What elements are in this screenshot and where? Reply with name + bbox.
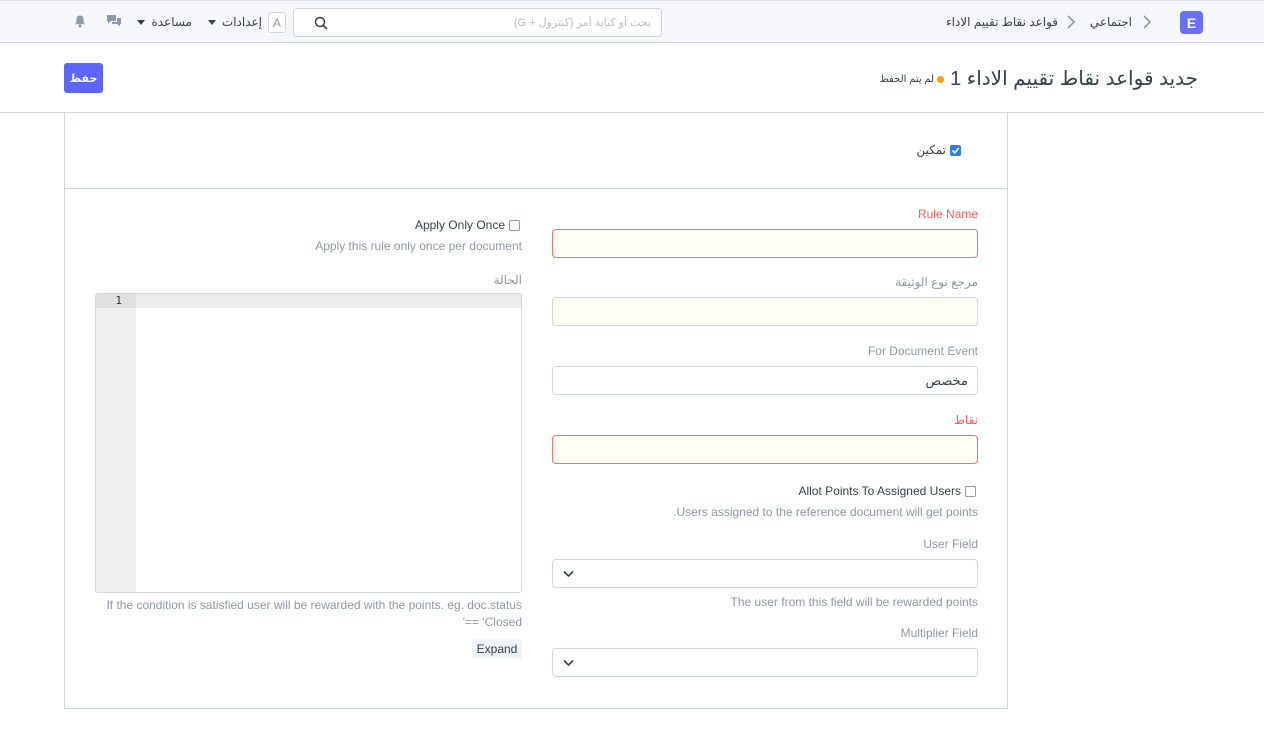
chevron-down-icon [563, 659, 574, 667]
enabled-label: تمكين [916, 143, 946, 157]
enabled-checkbox-row[interactable]: تمكين [916, 143, 961, 157]
expand-editor-button[interactable]: Expand [472, 639, 522, 659]
user-field-control [552, 559, 978, 588]
help-label: مساعدة [151, 15, 192, 29]
status-text: لم يتم الحفظ [879, 73, 935, 85]
multiplier-field-select[interactable] [553, 649, 977, 676]
reference-doctype-field: مرجع نوع الوثيقة [552, 275, 978, 326]
chevron-right-icon [1067, 15, 1075, 29]
navbar: E اجتماعي قواعد نقاط تقييم الاداء A إعدا… [0, 0, 1264, 43]
caret-down-icon [207, 19, 216, 25]
enabled-checkbox[interactable] [950, 144, 961, 156]
rule-name-input[interactable] [553, 230, 977, 257]
allot-points-description: Users assigned to the reference document… [673, 505, 978, 519]
document-event-select[interactable] [553, 367, 977, 394]
rule-name-field: Rule Name [552, 207, 978, 258]
allot-points-checkbox[interactable] [965, 485, 976, 497]
user-avatar[interactable]: A [268, 12, 286, 33]
document-event-field: For Document Event [552, 344, 978, 395]
user-field-field: User Field [552, 537, 978, 588]
rule-name-control [552, 229, 978, 258]
condition-description: If the condition is satisfied user will … [106, 598, 522, 629]
page-title: جديد قواعد نقاط تقييم الاداء 1 [950, 68, 1198, 90]
rule-name-label: Rule Name [917, 207, 978, 221]
chevron-down-icon [563, 570, 574, 578]
chat-icon[interactable] [106, 14, 122, 29]
condition-code-editor[interactable]: 1 [95, 293, 522, 593]
multiplier-field-label: Multiplier Field [900, 626, 978, 640]
condition-label: الحالة [493, 273, 522, 287]
chevron-right-icon [1143, 15, 1151, 29]
settings-label: إعدادات [221, 15, 262, 29]
reference-doctype-label: مرجع نوع الوثيقة [895, 275, 978, 289]
user-field-select[interactable] [553, 560, 977, 587]
reference-doctype-input[interactable] [553, 298, 977, 325]
multiplier-field-field: Multiplier Field [552, 626, 978, 677]
form-body: تمكين Rule Name مرجع نوع الوثيقة For Doc… [64, 113, 1008, 709]
document-event-control [552, 366, 978, 395]
app-logo[interactable]: E [1180, 11, 1203, 34]
allot-points-label: Allot Points To Assigned Users [798, 484, 961, 498]
caret-down-icon [137, 19, 146, 25]
check-icon [951, 146, 960, 154]
settings-menu[interactable]: إعدادات [207, 14, 262, 30]
allot-points-checkbox-row[interactable]: Allot Points To Assigned Users [798, 484, 976, 498]
apply-only-once-label: Apply Only Once [414, 218, 505, 232]
editor-gutter [96, 294, 136, 592]
points-field: نقاط [552, 413, 978, 464]
search-box[interactable] [293, 8, 662, 37]
search-input[interactable] [334, 9, 653, 36]
editor-active-line[interactable] [136, 294, 521, 308]
reference-doctype-control [552, 297, 978, 326]
save-button[interactable]: حفظ [64, 63, 103, 93]
editor-line-number: 1 [115, 294, 122, 307]
apply-only-once-checkbox-row[interactable]: Apply Only Once [415, 218, 520, 232]
points-label: نقاط [953, 413, 978, 427]
bell-icon[interactable] [74, 15, 86, 28]
document-event-label: For Document Event [867, 344, 978, 358]
points-input[interactable] [553, 436, 977, 463]
status-dot [937, 75, 945, 83]
section-divider [65, 188, 1007, 189]
help-menu[interactable]: مساعدة [137, 14, 192, 30]
apply-only-once-description: Apply this rule only once per document [315, 239, 522, 253]
page-title-group: جديد قواعد نقاط تقييم الاداء 1 لم يتم ال… [880, 65, 1198, 93]
user-field-description: The user from this field will be rewarde… [730, 595, 978, 609]
multiplier-field-control [552, 648, 978, 677]
user-field-label: User Field [923, 537, 978, 551]
apply-only-once-checkbox[interactable] [509, 219, 520, 231]
points-control [552, 435, 978, 464]
status-indicator: لم يتم الحفظ [880, 74, 945, 85]
breadcrumb-module[interactable]: اجتماعي [1090, 14, 1132, 30]
breadcrumb-doctype[interactable]: قواعد نقاط تقييم الاداء [946, 14, 1058, 30]
search-icon [314, 16, 328, 30]
